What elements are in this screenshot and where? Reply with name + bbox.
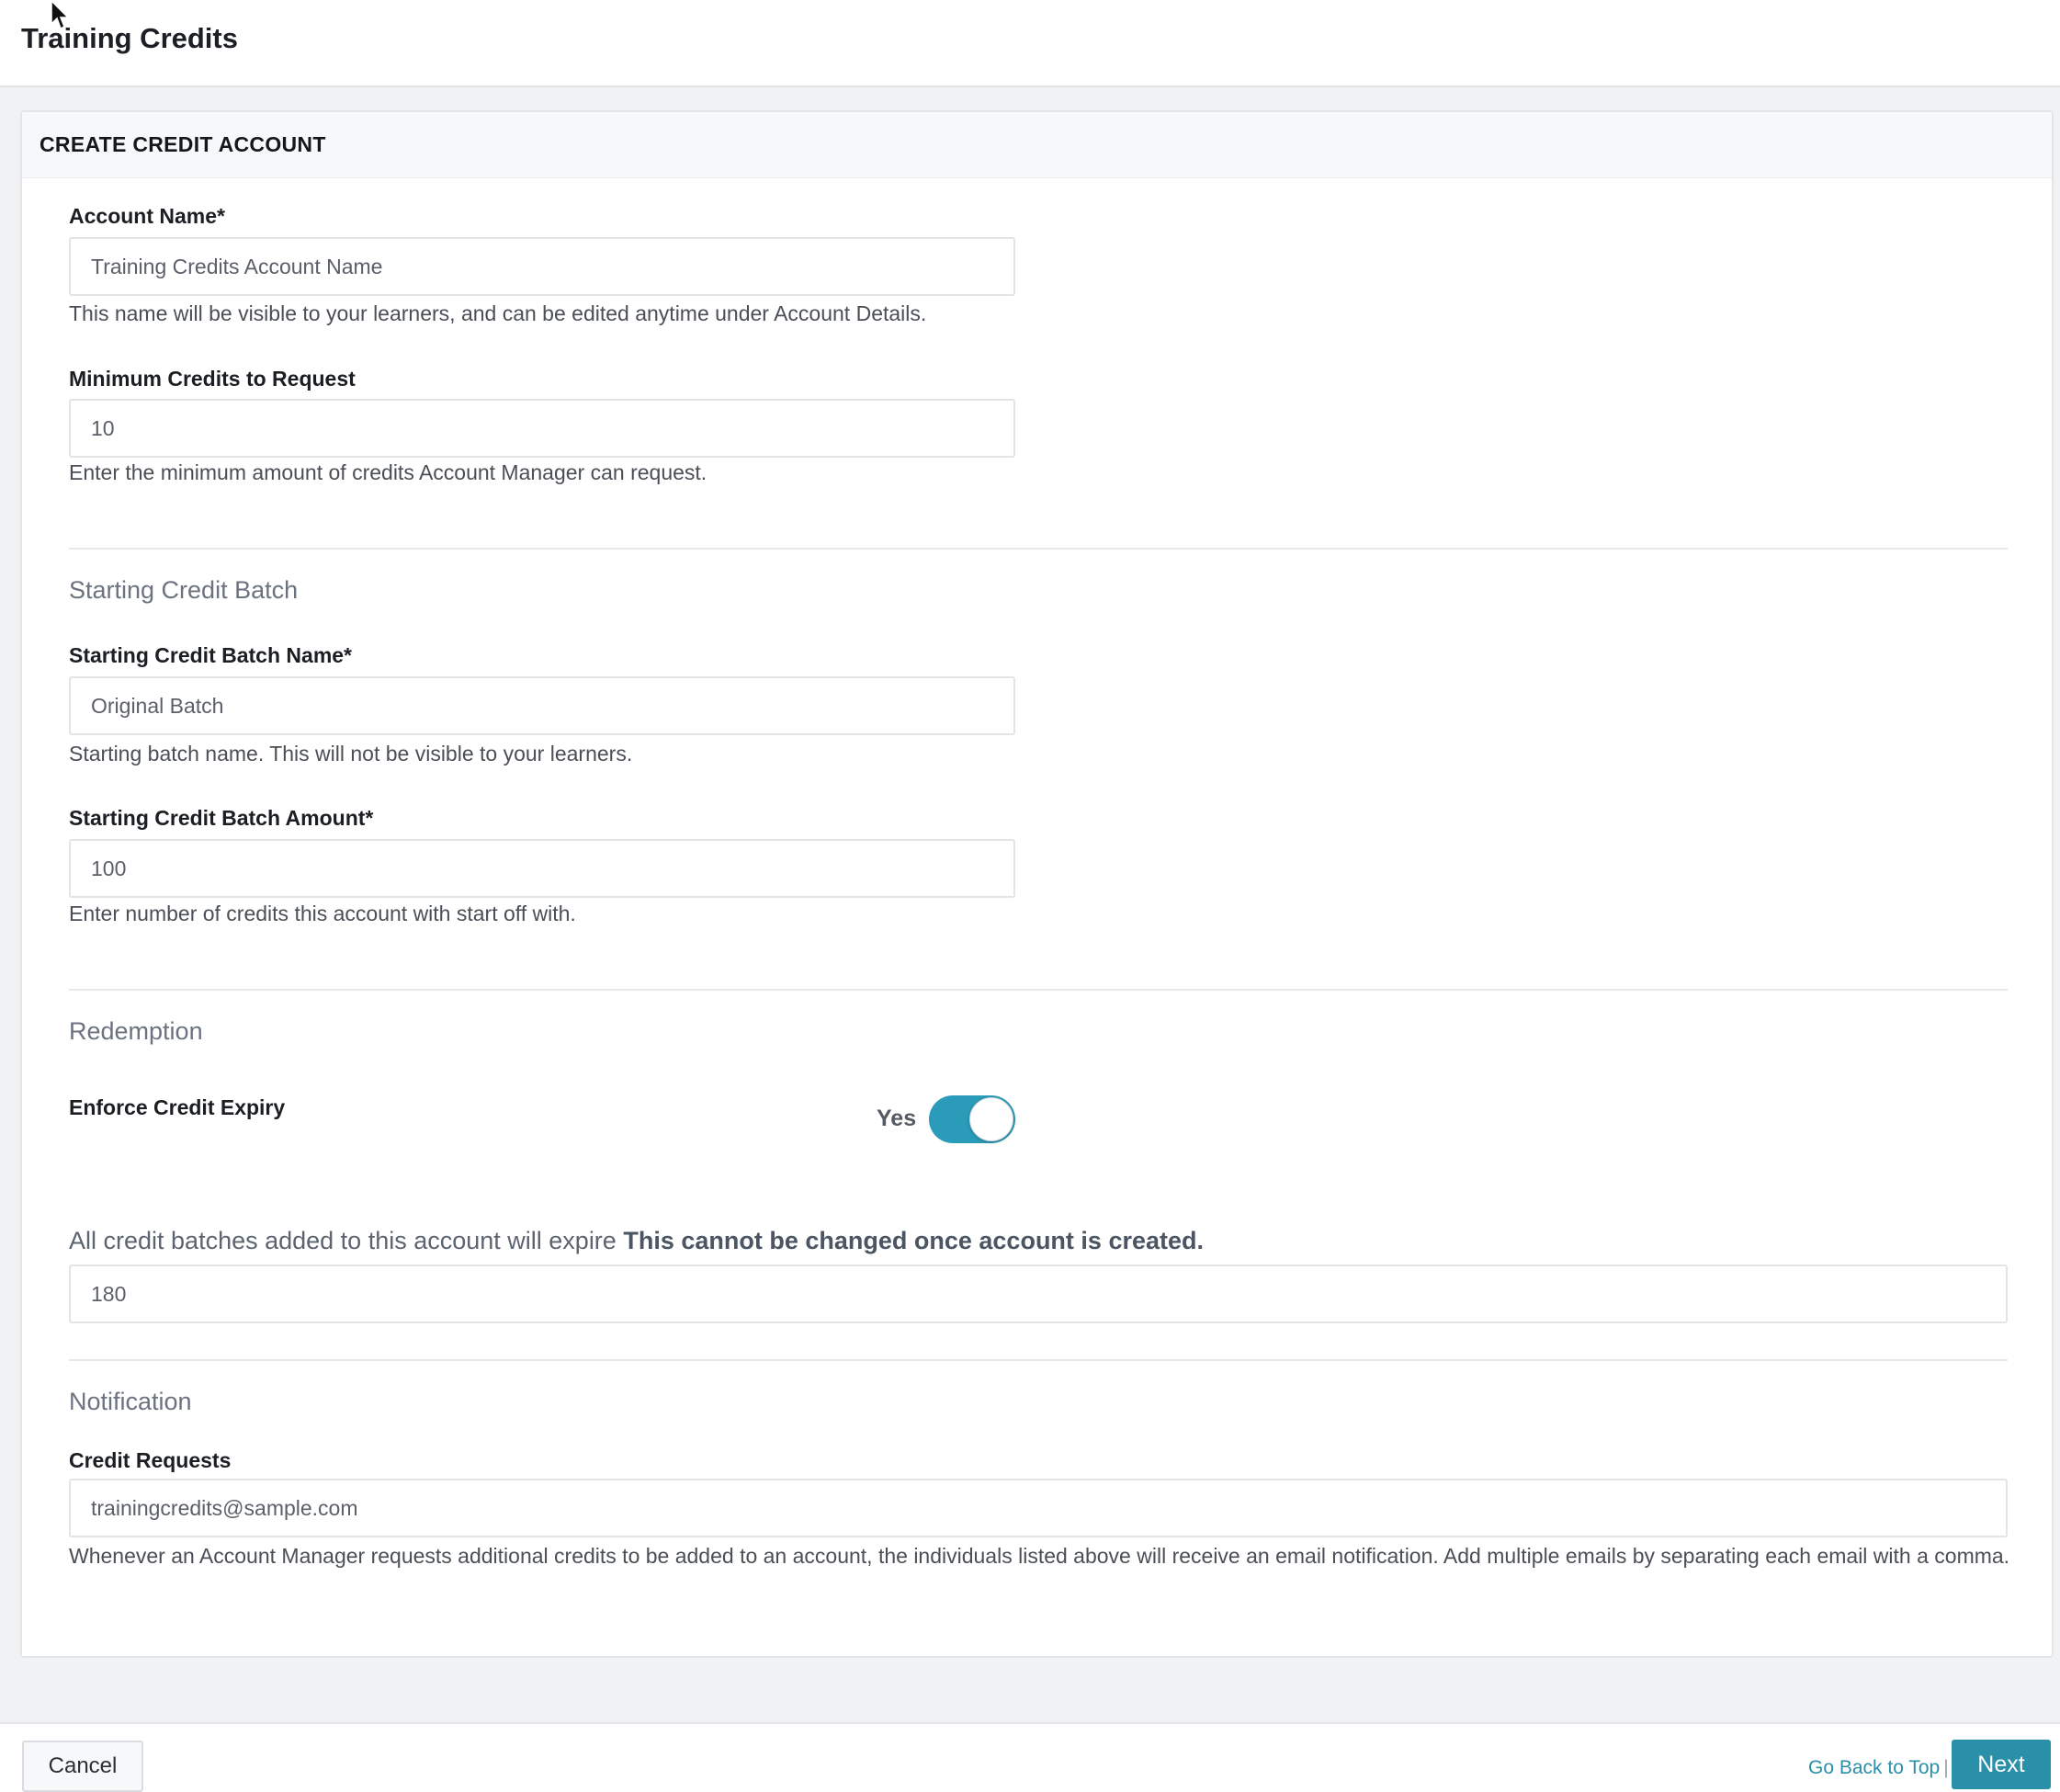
divider — [69, 1359, 2008, 1361]
min-credits-input[interactable]: 10 — [69, 399, 1015, 458]
min-credits-label: Minimum Credits to Request — [69, 367, 356, 391]
card-title: CREATE CREDIT ACCOUNT — [40, 132, 326, 156]
cancel-button[interactable]: Cancel — [22, 1741, 143, 1792]
batch-amount-value: 100 — [91, 856, 127, 880]
batch-name-help: Starting batch name. This will not be vi… — [69, 742, 633, 766]
toggle-state-label: Yes — [877, 1106, 917, 1131]
account-name-label: Account Name* — [69, 204, 225, 228]
expire-text: All credit batches added to this account… — [69, 1227, 617, 1254]
create-credit-account-card: CREATE CREDIT ACCOUNT Account Name* Trai… — [20, 110, 2054, 1658]
starting-batch-section-title: Starting Credit Batch — [69, 576, 299, 604]
divider — [69, 548, 2008, 550]
batch-amount-label: Starting Credit Batch Amount* — [69, 806, 374, 830]
credit-requests-label: Credit Requests — [69, 1448, 232, 1472]
batch-name-value: Original Batch — [91, 694, 224, 718]
expiry-days-input[interactable]: 180 — [69, 1265, 2008, 1323]
expire-description: All credit batches added to this account… — [69, 1227, 1204, 1255]
back-to-top: Go Back to Top | — [1808, 1757, 1949, 1779]
account-name-input[interactable]: Training Credits Account Name — [69, 237, 1015, 296]
mouse-cursor-icon — [51, 0, 70, 30]
min-credits-value: 10 — [91, 416, 115, 440]
account-name-help: This name will be visible to your learne… — [69, 301, 927, 325]
account-name-placeholder: Training Credits Account Name — [91, 255, 383, 278]
footer-bar: Cancel Go Back to Top | Next — [0, 1722, 2060, 1792]
credit-requests-help: Whenever an Account Manager requests add… — [69, 1544, 2010, 1568]
enforce-expiry-label: Enforce Credit Expiry — [69, 1095, 286, 1119]
go-back-to-top-link[interactable]: Go Back to Top — [1808, 1757, 1940, 1778]
toggle-knob — [969, 1097, 1013, 1141]
card-header: CREATE CREDIT ACCOUNT — [22, 112, 2052, 178]
min-credits-help: Enter the minimum amount of credits Acco… — [69, 460, 707, 484]
top-bar: Training Credits — [0, 0, 2060, 87]
notification-section-title: Notification — [69, 1388, 192, 1415]
batch-amount-help: Enter number of credits this account wit… — [69, 902, 576, 925]
next-button[interactable]: Next — [1952, 1740, 2051, 1789]
divider — [69, 989, 2008, 991]
redemption-section-title: Redemption — [69, 1017, 203, 1045]
batch-name-input[interactable]: Original Batch — [69, 676, 1015, 735]
batch-name-label: Starting Credit Batch Name* — [69, 643, 353, 667]
footer-separator: | — [1943, 1757, 1949, 1778]
credit-requests-email-input[interactable]: trainingcredits@sample.com — [69, 1479, 2008, 1537]
batch-amount-input[interactable]: 100 — [69, 839, 1015, 898]
enforce-expiry-toggle[interactable] — [929, 1095, 1015, 1143]
expiry-days-value: 180 — [91, 1282, 127, 1306]
credit-requests-email-value: trainingcredits@sample.com — [91, 1496, 358, 1520]
expire-warning: This cannot be changed once account is c… — [623, 1227, 1204, 1254]
